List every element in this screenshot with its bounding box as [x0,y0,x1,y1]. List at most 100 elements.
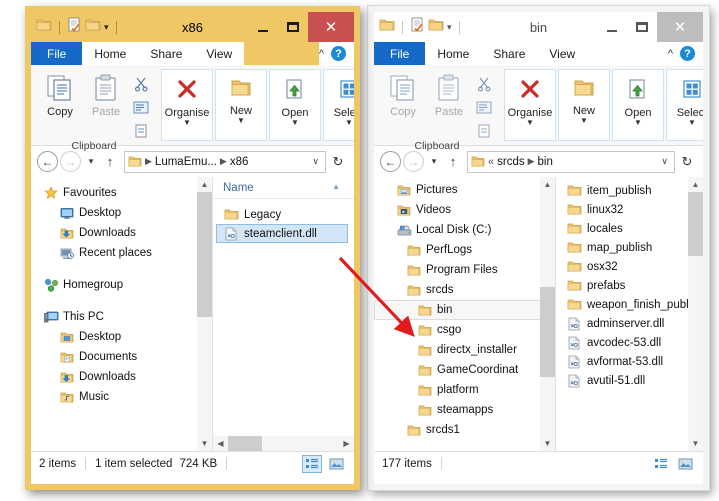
chevron-down-icon[interactable]: ▼ [183,119,191,127]
breadcrumb-item-2[interactable]: x86 [230,156,249,168]
maximize-button[interactable] [278,12,308,42]
tree-item-pc-downloads[interactable]: Downloads [39,367,212,387]
properties-icon[interactable] [410,17,425,37]
tab-home[interactable]: Home [82,42,139,65]
select-button[interactable]: Select ▼ [666,69,703,141]
tree-item-this-pc[interactable]: This PC [39,307,212,327]
paste-button[interactable]: Paste [426,70,472,118]
tree-item-directx-installer[interactable]: directx_installer [374,340,555,360]
hscrollbar-thumb[interactable] [228,436,262,451]
properties-icon[interactable] [67,17,82,37]
organise-button[interactable]: Organise ▼ [161,69,213,141]
file-row[interactable]: avformat-53.dll [556,352,703,371]
breadcrumb[interactable]: ▶ LumaEmu... ▶ x86 ∨ [124,150,326,173]
help-icon[interactable]: ? [680,46,695,61]
tree-item-srcds[interactable]: srcds [374,280,555,300]
scrollbar-thumb[interactable] [688,192,703,256]
file-row[interactable]: prefabs [556,276,703,295]
back-button[interactable]: ← [380,151,401,172]
large-icons-view-button[interactable] [326,455,346,473]
paste-shortcut-icon[interactable] [474,120,494,140]
column-header-name[interactable]: Name ▲ [213,177,354,199]
navigation-pane[interactable]: Pictures Videos Local Disk (C:) PerfLogs [374,177,556,451]
ribbon-tabs[interactable]: File Home Share View ^ ? [374,42,703,65]
maximize-button[interactable] [627,12,657,42]
tree-item-documents[interactable]: Documents [39,347,212,367]
scroll-down-icon[interactable]: ▼ [688,436,703,451]
chevron-down-icon[interactable]: ▼ [580,117,588,125]
chevron-down-icon[interactable]: ▼ [345,119,353,127]
new-button[interactable]: New ▼ [215,69,267,141]
explorer-window-x86[interactable]: ▾ x86 ✕ File Home Share View ^ ? Copy Pa… [25,6,360,490]
cut-icon[interactable] [131,74,151,94]
tree-item-program-files[interactable]: Program Files [374,260,555,280]
view-buttons[interactable] [302,454,346,473]
navigation-pane[interactable]: Favourites Desktop Downloads Recent plac… [31,177,213,451]
collapse-ribbon-icon[interactable]: ^ [668,48,673,60]
tree-item-pc-desktop[interactable]: Desktop [39,327,212,347]
explorer-window-bin[interactable]: ▾ bin ✕ File Home Share View ^ ? Copy Pa… [367,5,710,491]
ribbon[interactable]: Copy Paste Clipboard Organise ▼ New ▼ Op… [31,65,354,152]
copy-path-icon[interactable] [474,97,494,117]
tree-item-perflogs[interactable]: PerfLogs [374,240,555,260]
tree-item-csgo[interactable]: csgo [374,320,555,340]
tree-item-srcds1[interactable]: srcds1 [374,420,555,440]
file-row[interactable]: locales [556,219,703,238]
ribbon-tabs-right[interactable]: ^ ? [318,42,354,65]
clipboard-small-buttons[interactable] [474,70,494,140]
tree-item-downloads[interactable]: Downloads [39,223,212,243]
tree-item-bin[interactable]: bin [374,300,549,320]
close-button[interactable]: ✕ [657,12,703,42]
scrollbar-thumb[interactable] [540,287,555,377]
details-view-button[interactable] [651,455,671,473]
tree-item-pictures[interactable]: Pictures [374,180,555,200]
cut-icon[interactable] [474,74,494,94]
tree-item-local-disk[interactable]: Local Disk (C:) [374,220,555,240]
file-row-steamclient[interactable]: steamclient.dll [216,224,348,243]
window-controls[interactable]: ✕ [248,12,354,42]
file-list-pane[interactable]: Name ▲ Legacy steamclient.dll ◀ ▶ [213,177,354,451]
chevron-down-icon[interactable]: ▼ [688,119,696,127]
minimize-button[interactable] [597,12,627,42]
tab-view[interactable]: View [194,42,245,65]
details-view-button[interactable] [302,454,322,473]
back-button[interactable]: ← [37,151,58,172]
copy-button[interactable]: Copy [380,70,426,118]
tab-share[interactable]: Share [481,42,538,65]
quick-access-toolbar[interactable]: ▾ [31,17,121,37]
refresh-button[interactable]: ↻ [328,151,348,173]
breadcrumb-item-1[interactable]: LumaEmu... [155,156,217,168]
close-button[interactable]: ✕ [308,12,354,42]
breadcrumb-overflow-icon[interactable]: « [488,156,494,168]
open-button[interactable]: Open ▼ [269,69,321,141]
tree-item-desktop[interactable]: Desktop [39,203,212,223]
paste-button[interactable]: Paste [83,70,129,118]
help-icon[interactable]: ? [331,46,346,61]
window-controls[interactable]: ✕ [597,12,703,42]
tab-home[interactable]: Home [425,42,482,65]
breadcrumb-item-1[interactable]: srcds [497,156,524,168]
copy-path-icon[interactable] [131,97,151,117]
tab-share[interactable]: Share [138,42,195,65]
chevron-down-icon[interactable]: ▼ [526,119,534,127]
chevron-down-icon[interactable]: ▾ [104,22,109,33]
scroll-up-icon[interactable]: ▲ [540,177,555,192]
tree-item-steamapps[interactable]: steamapps [374,400,555,420]
title-bar[interactable]: ▾ x86 ✕ [31,12,354,42]
chevron-down-icon[interactable]: ▾ [447,22,452,33]
ribbon-tabs-right[interactable]: ^ ? [667,42,703,65]
tab-view[interactable]: View [537,42,588,65]
file-row-legacy[interactable]: Legacy [213,205,354,224]
tree-item-recent-places[interactable]: Recent places [39,243,212,263]
tab-file[interactable]: File [374,42,426,65]
scroll-down-icon[interactable]: ▼ [540,436,555,451]
tab-file[interactable]: File [31,42,83,65]
large-icons-view-button[interactable] [675,455,695,473]
file-row[interactable]: weapon_finish_publish [556,295,703,314]
file-row[interactable]: map_publish [556,238,703,257]
tree-item-platform[interactable]: platform [374,380,555,400]
breadcrumb-dropdown-icon[interactable]: ∨ [661,156,671,167]
tree-item-gamecoordinator[interactable]: GameCoordinat [374,360,555,380]
refresh-button[interactable]: ↻ [677,151,697,173]
chevron-down-icon[interactable]: ▼ [634,119,642,127]
